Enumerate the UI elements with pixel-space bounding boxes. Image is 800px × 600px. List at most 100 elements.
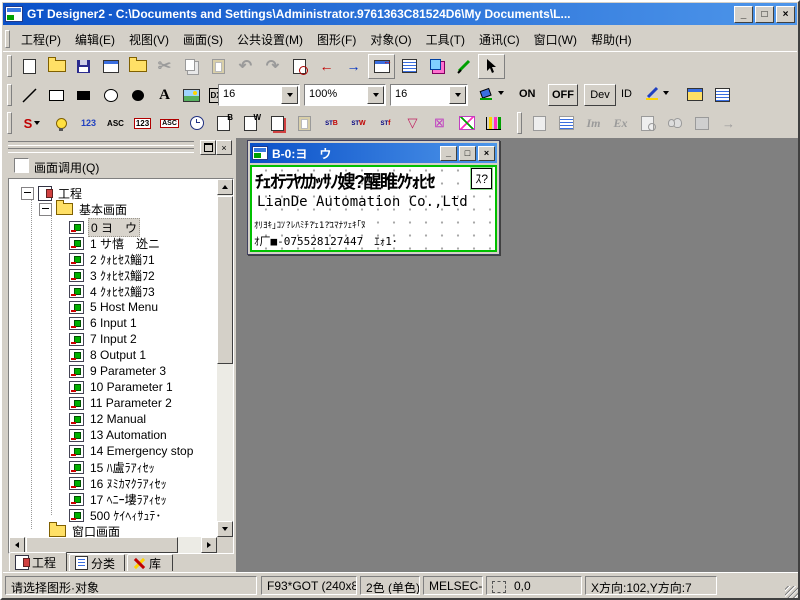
redo-icon[interactable]: ↷ [260,55,285,78]
toolbar-grip2[interactable] [7,84,12,106]
menu-edit[interactable]: 编辑(E) [68,28,122,51]
parts-display-icon[interactable] [265,112,290,135]
new-screen-icon[interactable] [98,55,123,78]
parts-movement-icon[interactable] [292,112,317,135]
go-next-icon[interactable]: → [716,112,741,135]
tree-screen-item[interactable]: 13 Automation [65,427,169,443]
open-icon[interactable] [44,55,69,78]
bar-graph-icon[interactable] [481,112,506,135]
tab-category[interactable]: 分类 [69,554,125,571]
menu-help[interactable]: 帮助(H) [584,28,639,51]
cursor-select-button[interactable] [478,54,505,79]
tree-screen-item[interactable]: 17 ﾍﾆｰ塿ﾗｱｨｾｯ [65,491,169,507]
list-edit-icon[interactable] [554,112,579,135]
preview-image-icon[interactable] [635,112,660,135]
screen-preview-icon[interactable] [287,55,312,78]
menu-screen[interactable]: 画面(S) [176,28,230,51]
tree-screen-item[interactable]: 14 Emergency stop [65,443,195,459]
pen-color-dropdown-icon[interactable] [663,91,669,95]
layers-icon[interactable] [424,55,449,78]
data-list-icon[interactable] [397,55,422,78]
panelmeter-icon[interactable]: ▽ [400,112,425,135]
lamp-icon[interactable] [49,112,74,135]
collapse-icon[interactable] [39,203,52,216]
pen-tool-icon[interactable] [451,55,476,78]
document-title-bar[interactable]: B-0:ヨ ウ _ □ × [250,143,497,163]
off-button[interactable]: OFF [548,84,578,106]
tab-library[interactable]: 库 [127,554,173,571]
snap-combo[interactable]: 16 [390,84,468,106]
menu-tools[interactable]: 工具(T) [419,28,472,51]
tree-screen-item[interactable]: 5 Host Menu [65,299,160,315]
minimize-button[interactable]: _ [734,6,753,23]
numeric-display-icon[interactable]: 123 [76,112,101,135]
menu-window[interactable]: 窗口(W) [527,28,584,51]
switch-dropdown-icon[interactable]: S [17,112,47,135]
tree-screen-item[interactable]: 500 ｹｲﾍｨｻｭﾃ･ [65,507,163,523]
tree-screen-item[interactable]: 10 Parameter 1 [65,379,175,395]
maximize-button[interactable]: □ [755,6,774,23]
touch-key-object[interactable]: ｽ? [471,168,492,189]
numeric-input-icon[interactable]: 123 [130,112,155,135]
word-lamp-b-icon[interactable]: STB [319,112,344,135]
paste-icon[interactable] [206,55,231,78]
screen-call-checkbox[interactable] [14,158,29,173]
tree-horizontal-scrollbar[interactable] [9,537,217,553]
tree-root-project[interactable]: 工程 [21,185,84,201]
tree-screen-item[interactable]: 4 ｸｫﾋｾｽ鯔ﾌ3 [65,283,157,299]
scroll-right-icon[interactable] [201,537,217,553]
import-icon[interactable]: Im [581,112,606,135]
scroll-up-icon[interactable] [217,179,233,195]
menu-figure[interactable]: 图形(F) [310,28,363,51]
comment-bit-icon[interactable]: B [211,112,236,135]
snap-dropdown-icon[interactable] [449,86,466,104]
export-icon[interactable]: Ex [608,112,633,135]
comment-word-icon[interactable]: W [238,112,263,135]
save-icon[interactable] [71,55,96,78]
image-tool-icon[interactable] [179,84,204,107]
panel-drag-handle[interactable] [8,141,194,153]
tab-project[interactable]: 工程 [9,552,67,571]
fill-color-dropdown-icon[interactable] [498,91,504,95]
clock-icon[interactable] [184,112,209,135]
open-screen-icon[interactable] [125,55,150,78]
new-icon[interactable] [17,55,42,78]
tree-screen-item[interactable]: 0 ヨ ウ [65,219,140,235]
document-minimize-button[interactable]: _ [440,146,457,161]
text-tool-icon[interactable]: A [152,84,177,107]
scroll-left-icon[interactable] [9,537,25,553]
ellipse-tool-icon[interactable] [98,84,123,107]
tree-screen-item[interactable]: 11 Parameter 2 [65,395,174,411]
menu-project[interactable]: 工程(P) [14,28,68,51]
document-close-button[interactable]: × [478,146,495,161]
screen-editor-window[interactable]: B-0:ヨ ウ _ □ × ﾁｪｵﾃﾗﾔｶｶｯｻﾉ嫂?醒睢ｸｹｫﾋｾ ｽ? Li… [247,140,500,255]
tree-screen-item[interactable]: 8 Output 1 [65,347,148,363]
panel-maximize-button[interactable] [200,140,216,155]
tree-screen-item[interactable]: 7 Input 2 [65,331,139,347]
filled-ellipse-tool-icon[interactable] [125,84,150,107]
word-lamp-w-icon[interactable]: STW [346,112,371,135]
collapse-icon[interactable] [21,187,34,200]
message-display-icon[interactable]: ⊠ [427,112,452,135]
word-lamp-f-icon[interactable]: STf [373,112,398,135]
resize-grip[interactable] [785,586,799,600]
rect-tool-icon[interactable] [44,84,69,107]
tree-screen-item[interactable]: 6 Input 1 [65,315,139,331]
menu-view[interactable]: 视图(V) [122,28,176,51]
screen-window-icon[interactable] [682,83,707,106]
find-icon[interactable] [662,112,687,135]
toolbar-grip[interactable] [7,55,12,77]
ascii-input-icon[interactable]: ASC [157,112,182,135]
dev-button[interactable]: Dev [584,84,616,106]
screen-canvas[interactable]: ﾁｪｵﾃﾗﾔｶｶｯｻﾉ嫂?醒睢ｸｹｫﾋｾ ｽ? LianDe Automatio… [250,165,497,252]
next-screen-icon[interactable]: → [341,55,366,78]
tree-screen-item[interactable]: 15 ﾊ盧ﾗｱｨｾｯ [65,459,157,475]
panel-close-button[interactable]: × [216,140,232,155]
tree-screen-item[interactable]: 16 ﾇﾐｶﾏｸﾗｱｨｾｯ [65,475,169,491]
line-graph-icon[interactable] [454,112,479,135]
tree-screen-item[interactable]: 9 Parameter 3 [65,363,168,379]
font-size-combo[interactable]: 16 [218,84,300,106]
document-maximize-button[interactable]: □ [459,146,476,161]
tree-screen-item[interactable]: 2 ｸｫﾋｾｽ鯔ﾌ1 [65,251,157,267]
line-tool-icon[interactable] [17,84,42,107]
